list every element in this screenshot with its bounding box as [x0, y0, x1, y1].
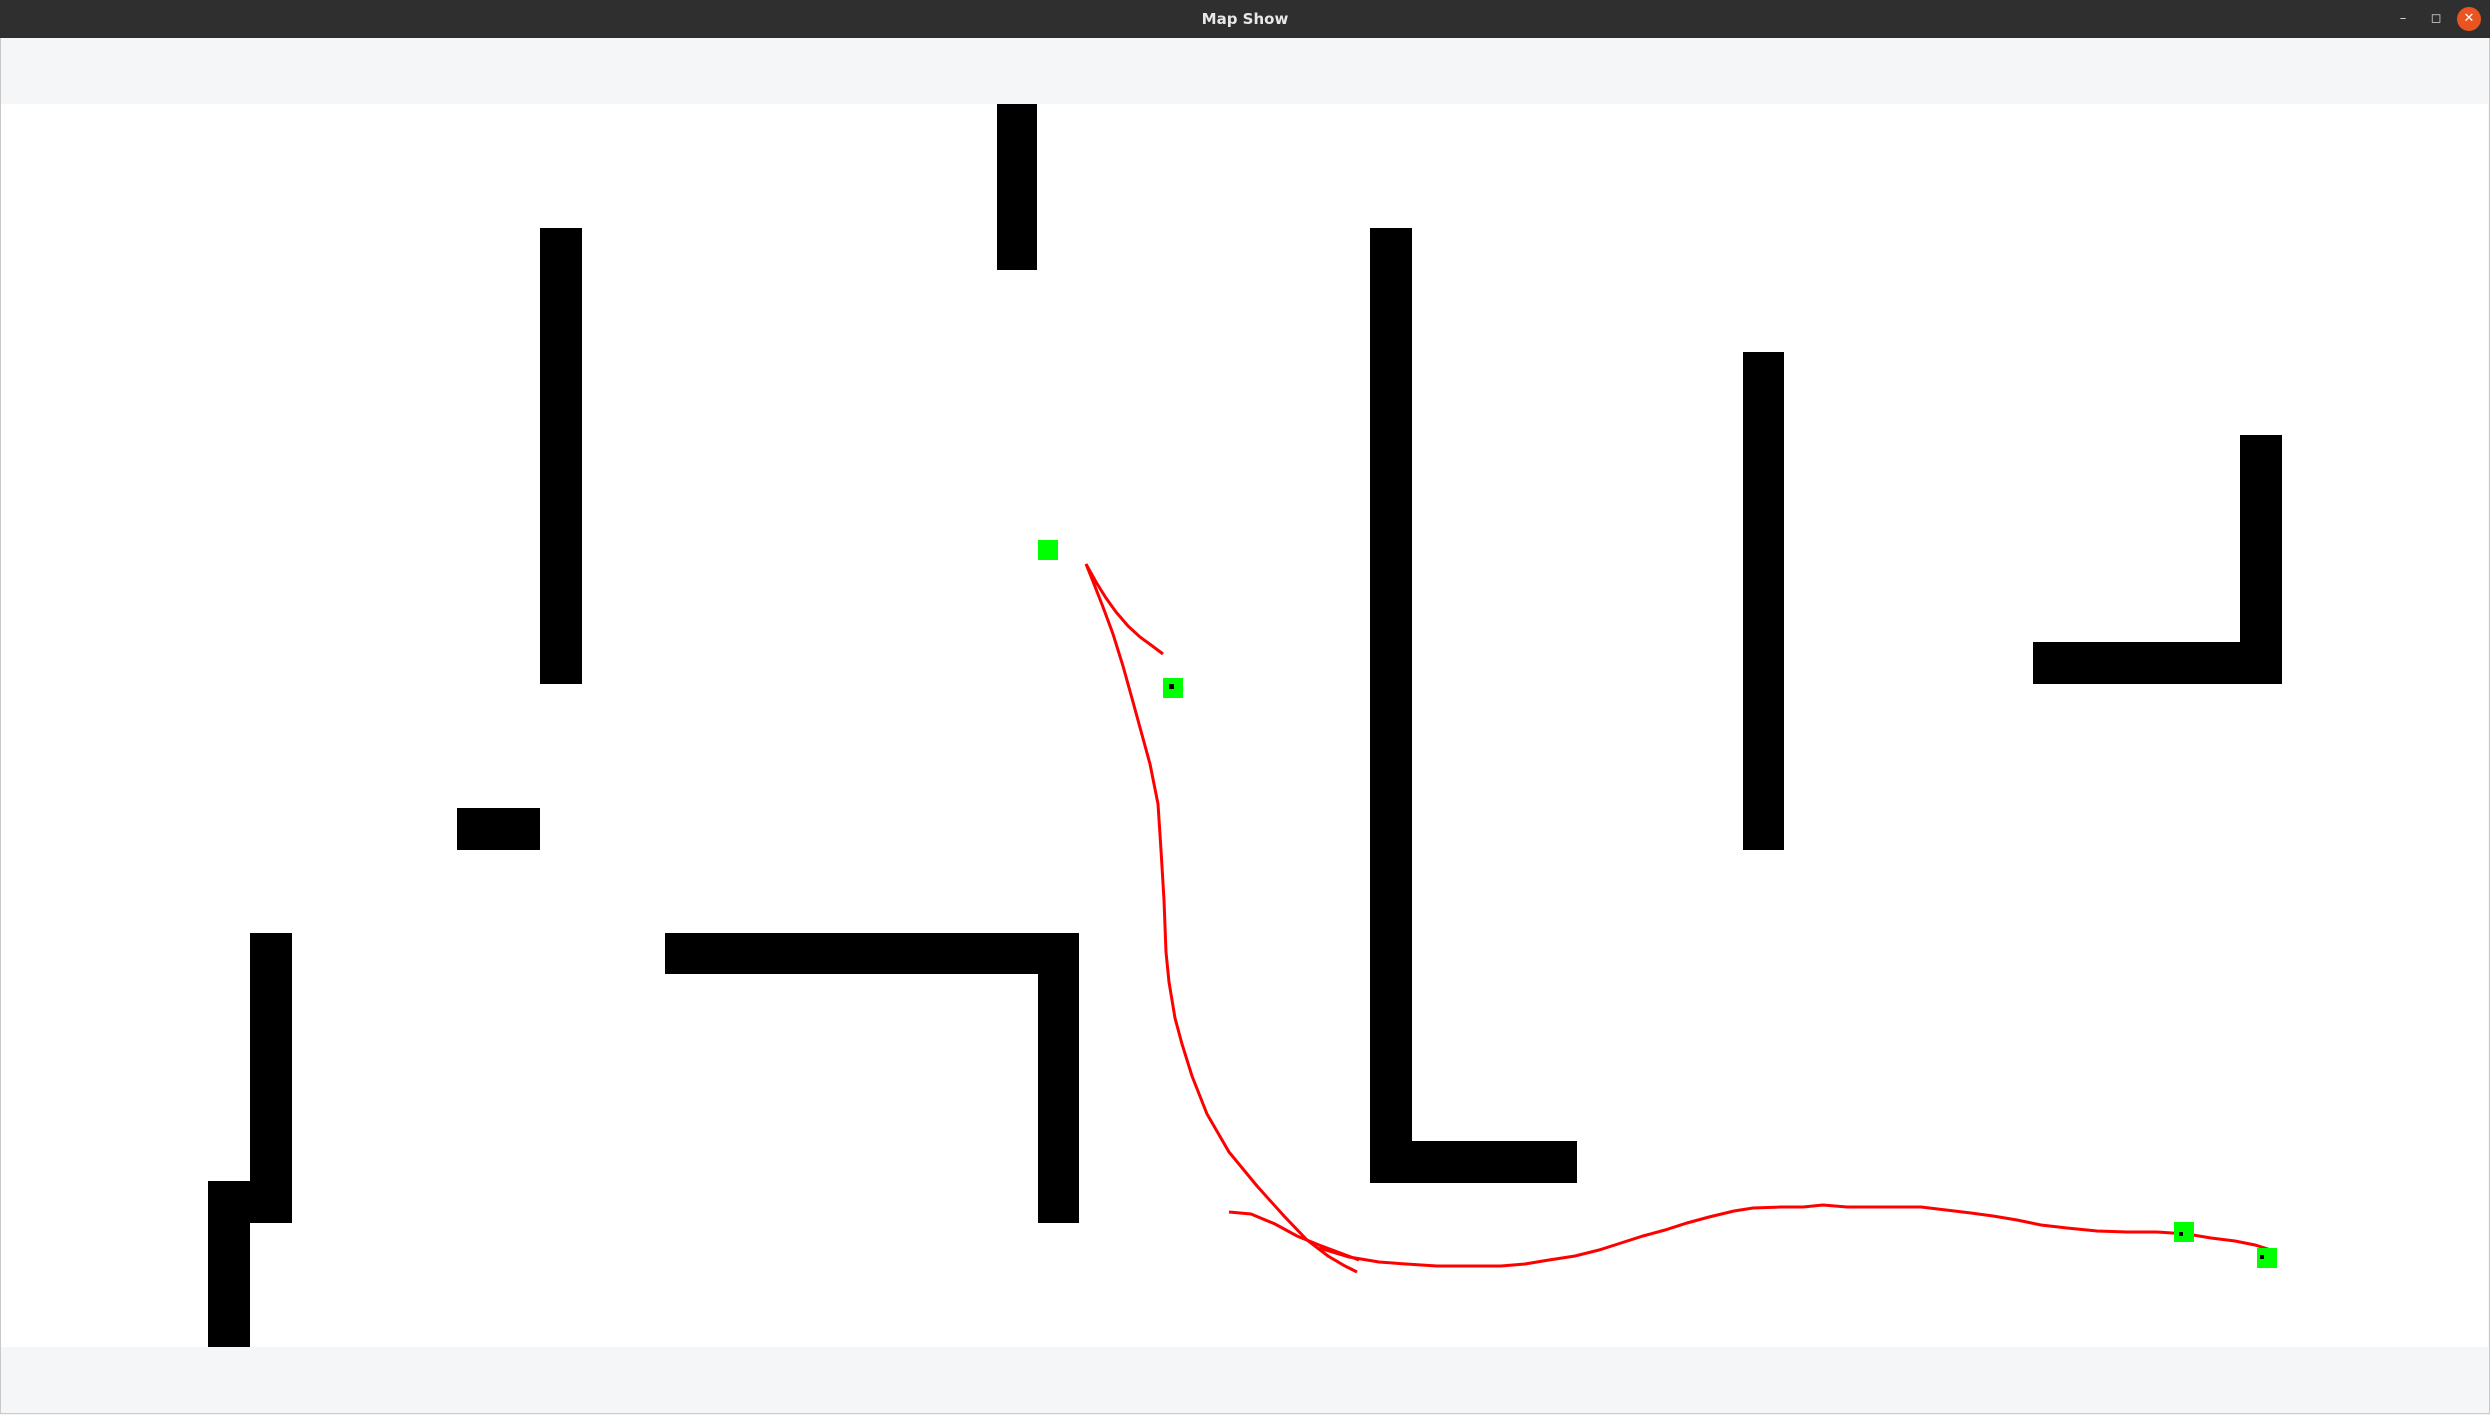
wall-center-foot [1370, 1141, 1577, 1183]
map-drawing [208, 104, 2282, 1347]
wall-right-vertical [1743, 352, 1784, 850]
path-main-curve [1084, 563, 1358, 1274]
wall-center-tall [1370, 228, 1412, 1183]
wall-bottom-left-upper [250, 933, 292, 1223]
wall-bottom-left-lower [208, 1181, 250, 1347]
minimize-icon[interactable]: – [2391, 7, 2415, 31]
title-bar: Map Show – ◻ ✕ [0, 0, 2490, 38]
wall-top-center [997, 104, 1037, 270]
status-area [0, 1347, 2490, 1415]
wall-far-right-horizontal [2033, 642, 2282, 684]
obstacles [208, 104, 2282, 1347]
waypoint-right-1[interactable] [2174, 1222, 2194, 1242]
wall-left-vertical [540, 228, 582, 684]
window-title: Map Show [1201, 10, 1289, 28]
waypoint-start[interactable] [1038, 540, 1058, 560]
path-branch-short [1084, 563, 1164, 656]
maximize-icon[interactable]: ◻ [2424, 7, 2448, 31]
map-canvas[interactable] [1, 104, 2488, 1347]
wall-lower-vertical [1038, 933, 1079, 1223]
toolbar-area [0, 38, 2490, 104]
waypoint-markers [1169, 684, 2264, 1259]
close-icon[interactable]: ✕ [2457, 7, 2481, 31]
waypoint-mid-dot [1169, 684, 1174, 689]
wall-lower-horizontal [665, 933, 1079, 974]
block-small-left [457, 808, 540, 850]
waypoint-right-2-dot [2260, 1255, 2264, 1259]
path-bottom-long [1318, 1203, 2272, 1268]
waypoint-right-1-dot [2179, 1232, 2183, 1236]
